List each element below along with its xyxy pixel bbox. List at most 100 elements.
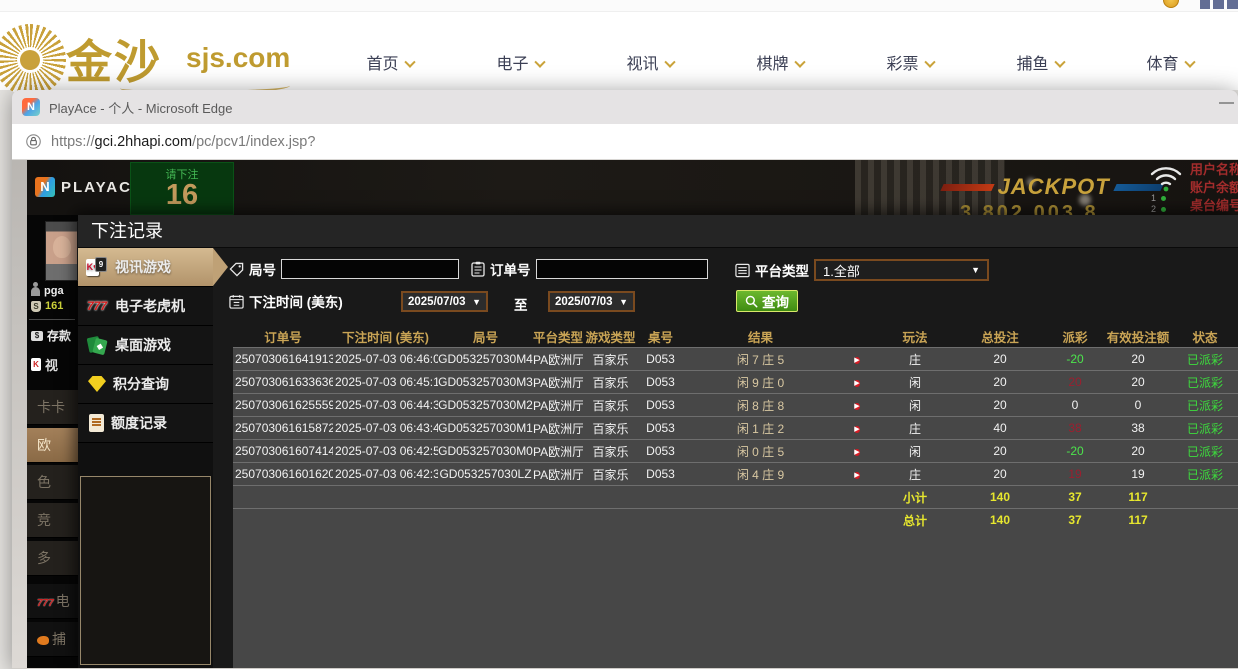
coin-icon: [1163, 0, 1179, 8]
site-logo-domain[interactable]: sjs.com: [186, 42, 290, 74]
url-text[interactable]: https://gci.2hhapi.com/pc/pcv1/index.jsp…: [51, 134, 315, 150]
status-badge: 已派彩: [1172, 397, 1238, 414]
live-video-header: N PLAYACE 请下注 16 JACKPOT 3,802,003.8: [27, 160, 1238, 215]
status-badge: 已派彩: [1172, 420, 1238, 437]
status-badge: 已派彩: [1172, 443, 1238, 460]
order-input[interactable]: [536, 259, 708, 279]
nav-item-sports[interactable]: 体育: [1105, 50, 1235, 74]
play-icon[interactable]: ▶: [854, 403, 859, 410]
modal-menu: K♥9 视讯游戏 777 电子老虎机 ◆ 桌面游戏: [78, 248, 213, 668]
slot-777-icon: 777: [86, 299, 108, 313]
round-input[interactable]: [281, 259, 459, 279]
lock-icon[interactable]: [26, 134, 41, 149]
gem-icon: [88, 376, 106, 392]
order-filter-label: 订单号: [490, 259, 531, 279]
user-balance-label: 账户余额:: [1190, 179, 1238, 197]
menu-lower-panel: [80, 476, 211, 665]
document-icon: [89, 414, 104, 432]
avatar: [45, 221, 78, 281]
play-icon[interactable]: ▶: [854, 426, 859, 433]
jackpot-title: JACKPOT: [998, 174, 1110, 200]
filter-bar: 局号 订单号 平台类型: [213, 248, 1238, 325]
slot-777-icon: 777: [37, 598, 54, 609]
sidebar-item-duo[interactable]: 多: [27, 541, 78, 576]
play-icon[interactable]: ▶: [854, 380, 859, 387]
play-icon[interactable]: ▶: [854, 357, 859, 364]
browser-viewport: N PLAYACE 请下注 16 JACKPOT 3,802,003.8: [12, 160, 1238, 668]
modal-header: 下注记录: [78, 215, 1238, 248]
caret-down-icon: ▼: [472, 297, 481, 307]
divider: [29, 319, 75, 320]
card-icon: K: [31, 358, 41, 371]
sidebar-item-kaka[interactable]: 卡卡: [27, 390, 78, 425]
table-row: 2507030616016202025-07-03 06:42:31GD0532…: [233, 462, 1238, 485]
site-topbar: [0, 0, 1238, 12]
jackpot-bar-left: [940, 184, 994, 191]
username-row: pga: [31, 285, 64, 297]
bet-countdown: 请下注 16: [130, 162, 234, 215]
table-row: 2507030616074142025-07-03 06:42:58GD0532…: [233, 439, 1238, 462]
bet-time-filter-label: 下注时间 (美东): [249, 291, 343, 311]
playace-favicon-icon: N: [22, 98, 40, 116]
sidebar-item-se[interactable]: 色: [27, 465, 78, 500]
bet-records-table: 订单号下注时间 (美东)局号平台类型游戏类型桌号结果玩法总投注派彩有效投注额状态…: [233, 325, 1238, 668]
chevron-down-icon: [1184, 57, 1195, 68]
menu-item-slots[interactable]: 777 电子老虎机: [78, 287, 213, 326]
table-number-label: 桌台编号:: [1190, 197, 1238, 215]
chevron-down-icon: [1054, 57, 1065, 68]
list-icon: [735, 263, 750, 278]
sidebar-item-slots[interactable]: 777电: [27, 584, 78, 619]
sidebar-item-video[interactable]: K 视: [31, 355, 58, 374]
sidebar-item-europe[interactable]: 欧: [27, 428, 78, 463]
nav-item-home[interactable]: 首页: [325, 50, 455, 74]
signal-levels: 1 2: [1151, 193, 1166, 215]
green-dot-icon: [1161, 196, 1166, 201]
wifi-icon: [1148, 164, 1184, 192]
menu-item-table-games[interactable]: ◆ 桌面游戏: [78, 326, 213, 365]
status-badge: 已派彩: [1172, 466, 1238, 483]
chevron-down-icon: [924, 57, 935, 68]
sidebar-item-jing[interactable]: 竞: [27, 503, 78, 538]
platform-filter-label: 平台类型: [755, 260, 809, 280]
casino-page: N PLAYACE 请下注 16 JACKPOT 3,802,003.8: [27, 160, 1238, 668]
balance-value: 161: [45, 300, 63, 312]
search-button[interactable]: 查询: [736, 290, 798, 312]
date-to-select[interactable]: 2025/07/03 ▼: [548, 291, 635, 312]
topbar-link-fragment: [1200, 0, 1238, 9]
url-scheme: https://: [51, 134, 95, 150]
edge-popup-window: N PlayAce - 个人 - Microsoft Edge — https:…: [12, 90, 1238, 669]
play-icon[interactable]: ▶: [854, 449, 859, 456]
date-from-select[interactable]: 2025/07/03 ▼: [401, 291, 488, 312]
sidebar-item-fishing[interactable]: 捕: [27, 622, 78, 657]
countdown-value: 16: [131, 182, 233, 208]
playace-logo: N PLAYACE: [35, 177, 144, 197]
window-title: PlayAce - 个人 - Microsoft Edge: [49, 98, 233, 117]
caret-down-icon: ▼: [619, 297, 628, 307]
table-row: 2507030616255592025-07-03 06:44:37GD0532…: [233, 393, 1238, 416]
search-icon: [745, 295, 758, 308]
window-titlebar[interactable]: N PlayAce - 个人 - Microsoft Edge —: [12, 90, 1238, 124]
platform-select[interactable]: 1.全部 ▼: [814, 259, 989, 281]
table-row: 2507030616419132025-07-03 06:46:04GD0532…: [233, 347, 1238, 370]
modal-content: 局号 订单号 平台类型: [213, 248, 1238, 668]
menu-item-points[interactable]: 积分查询: [78, 365, 213, 404]
table-row: 2507030616158722025-07-03 06:43:44GD0532…: [233, 416, 1238, 439]
playace-logo-icon: N: [35, 177, 55, 197]
deposit-button[interactable]: $ 存款: [31, 327, 71, 344]
play-icon[interactable]: ▶: [854, 472, 859, 479]
minimize-button[interactable]: —: [1219, 94, 1234, 111]
status-badge: 已派彩: [1172, 351, 1238, 368]
modal-title: 下注记录: [78, 215, 1238, 248]
nav-item-fishing[interactable]: 捕鱼: [975, 50, 1105, 74]
menu-item-quota-records[interactable]: 额度记录: [78, 404, 213, 443]
person-icon: [31, 287, 40, 296]
subtotal-row: 小计14037117: [233, 485, 1238, 508]
menu-item-live-games[interactable]: K♥9 视讯游戏: [78, 248, 213, 287]
nav-item-cards[interactable]: 棋牌: [715, 50, 845, 74]
nav-item-slots[interactable]: 电子: [455, 50, 585, 74]
nav-item-lottery[interactable]: 彩票: [845, 50, 975, 74]
sun-logo-icon: [0, 24, 66, 96]
casino-sidebar: pga S 161 $ 存款 K 视 卡卡: [27, 215, 78, 668]
chevron-down-icon: [404, 57, 415, 68]
nav-item-live[interactable]: 视讯: [585, 50, 715, 74]
